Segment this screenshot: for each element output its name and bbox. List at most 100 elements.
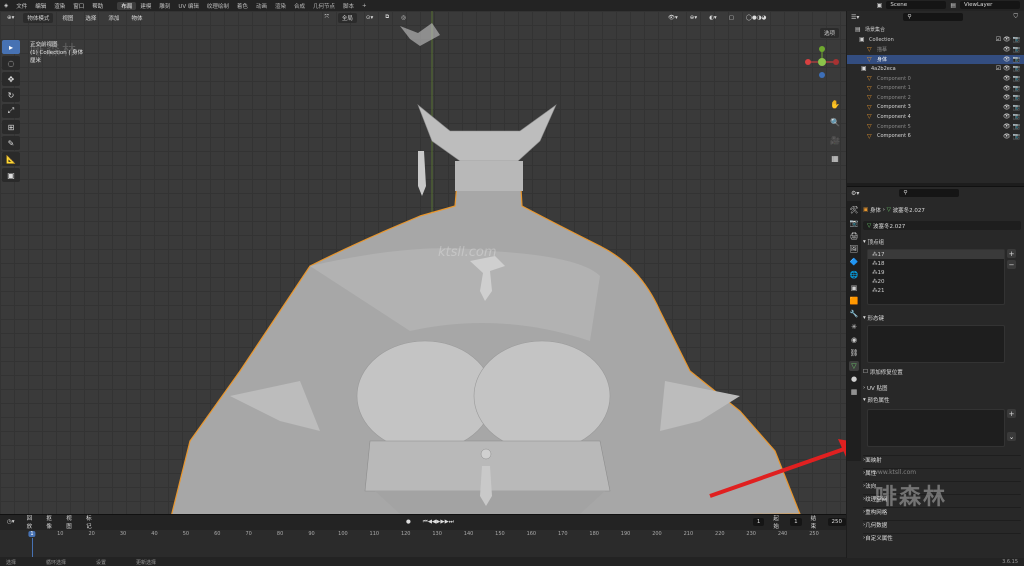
transform-orientation-icon[interactable]: ⤧ [321,13,331,22]
world-tab-icon[interactable]: 🌐 [849,270,859,280]
editor-type-icon[interactable]: ⊕▾ [4,14,17,22]
viewlayer-selector[interactable]: ViewLayer [960,1,1020,9]
3d-viewport[interactable] [0,11,846,514]
visibility-toggles[interactable]: ☑ 👁 📷 [996,36,1020,43]
outliner-row[interactable]: ▽ Component 2 👁 📷 [847,93,1024,103]
outliner-row[interactable]: ▽ Component 4 👁 📷 [847,112,1024,122]
pan-hand-icon[interactable]: ✋ [828,97,842,111]
playback-controls-icon[interactable]: ⏮◀◀▶▶▶⏭ [420,518,457,527]
tool-tab-icon[interactable]: 🛠 [849,205,859,215]
section-header[interactable]: › 几何数据 [863,520,1021,529]
eye-icon[interactable]: 👁 📷 [1003,133,1020,140]
menu-window[interactable]: 窗口 [69,2,88,10]
scene-selector[interactable]: Scene [886,1,947,9]
camera-icon[interactable]: 🎥 [828,133,842,147]
outliner-row[interactable]: ▽ Component 1 👁 📷 [847,83,1024,93]
section-header[interactable]: › 面映射 [863,455,1021,464]
menu-help[interactable]: 帮助 [88,2,107,10]
outliner-editor-icon[interactable]: ☰▾ [851,14,859,21]
color-attributes-list[interactable] [867,409,1005,447]
vertex-group-item[interactable]: ⁂ 17 [868,250,1004,259]
cursor-tool-icon[interactable]: ◌ [2,56,20,70]
tab-texture-paint[interactable]: 纹理绘制 [203,2,233,10]
eye-icon[interactable]: 👁 📷 [1003,85,1020,92]
menu-view[interactable]: 视图 [59,13,76,23]
eye-icon[interactable]: 👁 📷 [1003,46,1020,53]
eye-icon[interactable]: 👁 📷 [1003,56,1020,63]
tab-compositing[interactable]: 合成 [290,2,309,10]
outliner-row[interactable]: ▽ 身体 👁 📷 [847,54,1024,65]
outliner-row[interactable]: ▽ Component 3 👁 📷 [847,103,1024,113]
outliner-row[interactable]: ▣ 4a2b2eca ☑ 👁 📷 [847,64,1024,74]
menu-file[interactable]: 文件 [12,2,31,10]
tab-uv-editing[interactable]: UV 编辑 [174,2,203,10]
blender-logo-icon[interactable]: ◈ [0,3,12,9]
vertex-groups-panel-header[interactable]: ▾ 顶点组 [863,237,1021,246]
select-tool-icon[interactable]: ▸ [2,40,20,54]
tab-shading[interactable]: 着色 [233,2,252,10]
tab-geometry-nodes[interactable]: 几何节点 [309,2,339,10]
outliner-row[interactable]: ▽ Component 6 👁 📷 [847,131,1024,141]
constraints-tab-icon[interactable]: ⛓ [849,348,859,358]
start-frame-field[interactable]: 1 [790,518,802,526]
object-tab-icon[interactable]: 🟧 [849,296,859,306]
collection-row[interactable]: ▣ Collection ☑ 👁 📷 [847,35,1024,45]
xray-icon[interactable]: ▢ [726,14,737,22]
menu-edit[interactable]: 编辑 [31,2,50,10]
outliner-search[interactable]: ⚲ [903,13,964,21]
scene-tab-icon[interactable]: 🔷 [849,257,859,267]
texture-tab-icon[interactable]: ▦ [849,387,859,397]
navigation-gizmo[interactable] [800,45,844,81]
snap-icon[interactable]: ⧉ [382,13,392,22]
visibility-icon[interactable]: 👁▾ [665,14,681,22]
section-header[interactable]: › 自定义属性 [863,533,1021,542]
properties-search[interactable]: ⚲ [899,189,960,197]
tab-modeling[interactable]: 建模 [136,2,155,10]
annotate-tool-icon[interactable]: ✎ [2,136,20,150]
menu-tl-view[interactable]: 视图 [63,513,77,531]
move-tool-icon[interactable]: ✥ [2,72,20,86]
current-frame-field[interactable]: 1 [752,518,765,526]
view-layer-tab-icon[interactable]: 🖼 [849,244,859,254]
pivot-icon[interactable]: ⊙▾ [363,14,376,22]
end-frame-field[interactable]: 250 [827,518,846,526]
timeline-editor-icon[interactable]: ◷▾ [4,518,18,526]
record-icon[interactable]: ● [403,518,414,526]
menu-render[interactable]: 渲染 [50,2,69,10]
modifier-tab-icon[interactable]: 🔧 [849,309,859,319]
outliner-row[interactable]: ▽ Component 0 👁 📷 [847,74,1024,84]
transform-dropdown[interactable]: 全局 [337,12,357,23]
particles-tab-icon[interactable]: ✳ [849,322,859,332]
color-attributes-panel-header[interactable]: ▾ 颜色属性 [863,395,1021,404]
overlay-icon[interactable]: ◐▾ [706,14,720,22]
options-button[interactable]: 选项 [820,28,840,38]
mesh-data-tab-icon[interactable]: ▽ [849,361,859,371]
menu-marker[interactable]: 标记 [83,513,97,531]
zoom-icon[interactable]: 🔍 [828,115,842,129]
scene-collection-row[interactable]: ▤ 场景集合 [847,25,1024,35]
properties-editor-icon[interactable]: ⚙▾ [851,190,859,197]
tab-layout[interactable]: 布局 [117,1,137,10]
menu-select[interactable]: 选择 [82,13,99,23]
remove-vertex-group-button[interactable]: − [1007,260,1016,269]
grid-toggle-icon[interactable]: ▦ [828,151,842,165]
shading-modes-icon[interactable]: ◯●◑◕ [743,14,770,22]
tab-sculpting[interactable]: 雕刻 [155,2,174,10]
tab-animation[interactable]: 动画 [252,2,271,10]
playhead[interactable] [32,538,33,557]
vertex-groups-list[interactable]: ⁂ 17 ⁂ 18 ⁂ 19 ⁂ 20 ⁂ 21 [867,249,1005,305]
vertex-group-item[interactable]: ⁂ 19 [868,268,1004,277]
collection-tab-icon[interactable]: ▣ [849,283,859,293]
measure-tool-icon[interactable]: 📐 [2,152,20,166]
transform-tool-icon[interactable]: ⊞ [2,120,20,134]
scale-tool-icon[interactable]: ⤢ [2,104,20,118]
scene-icon[interactable]: ▣ [877,2,883,9]
add-workspace-icon[interactable]: + [358,3,371,9]
eye-icon[interactable]: ☑ 👁 📷 [996,65,1020,72]
render-tab-icon[interactable]: 📷 [849,218,859,228]
relative-checkbox[interactable]: ☐ 添加修复位置 [863,367,1021,376]
gizmo-icon[interactable]: ⊕▾ [687,14,700,22]
eye-icon[interactable]: 👁 📷 [1003,104,1020,111]
shape-keys-panel-header[interactable]: ▾ 形态键 [863,313,1021,322]
eye-icon[interactable]: 👁 📷 [1003,123,1020,130]
